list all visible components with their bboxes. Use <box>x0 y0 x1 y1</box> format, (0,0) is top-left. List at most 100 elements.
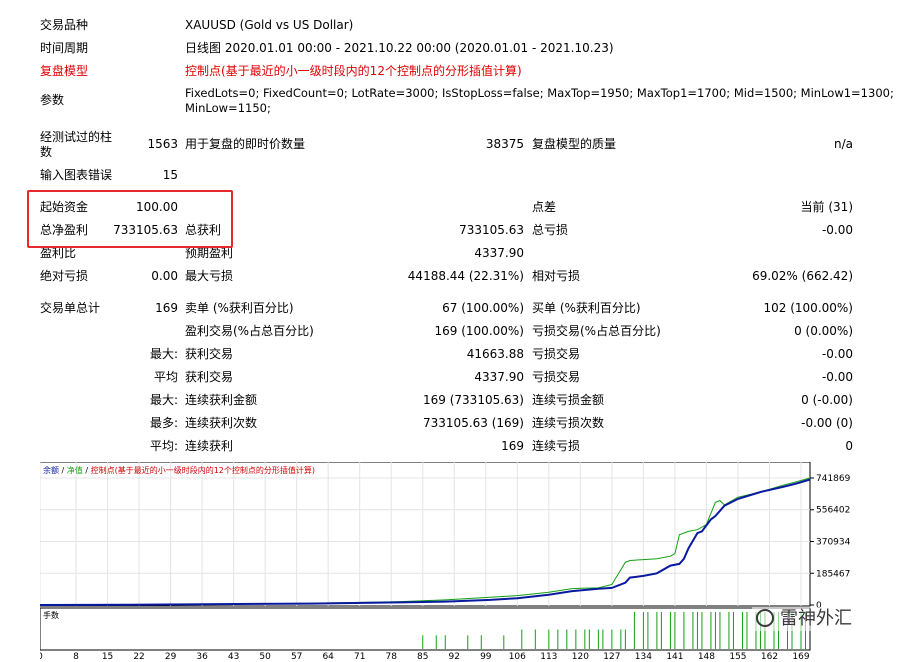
x-tick-label: 15 <box>102 652 113 662</box>
total-trades-value: 169 <box>155 301 178 315</box>
max-consecutive-count-loss-label: 连续亏损次数 <box>532 416 605 430</box>
avg-consecutive-loss-value: 0 <box>845 439 853 453</box>
spread-label: 点差 <box>532 200 557 214</box>
expected-payoff-value: 4337.90 <box>474 246 524 260</box>
largest-profit-label: 获利交易 <box>185 347 234 361</box>
legend-equity: 净值 <box>67 465 83 475</box>
balance-chart: 741869 556402 370934 185467 0 0 8 15 22 29 36 43 50… <box>37 461 898 662</box>
max-consecutive-count-profit-value: 733105.63 (169) <box>423 416 524 430</box>
mismatch-label: 输入图表错误 <box>40 168 113 182</box>
max-drawdown-value: 44188.44 (22.31%) <box>407 269 524 283</box>
max-consecutive-count-profit-label: 连续获利次数 <box>185 416 258 430</box>
y-tick-labels: 7418695564023709341854670 <box>810 474 851 611</box>
x-tick-label: 155 <box>729 652 746 662</box>
loss-trades-value: 0 (0.00%) <box>794 324 853 338</box>
abs-drawdown-value: 0.00 <box>151 269 178 283</box>
long-positions-label: 买单 (%获利百分比) <box>532 301 641 315</box>
watermark-logo-icon <box>756 609 774 627</box>
x-tick-label: 127 <box>603 652 620 662</box>
spread-value: 当前 (31) <box>800 200 853 214</box>
gross-loss-label: 总亏损 <box>532 223 569 237</box>
x-tick-label: 8 <box>73 652 79 662</box>
x-tick-label: 134 <box>635 652 652 662</box>
average-loss-value: -0.00 <box>821 370 853 384</box>
bars-label-line2: 数 <box>40 145 53 159</box>
max-consecutive-count-prefix: 最多: <box>149 416 178 430</box>
x-tick-label: 36 <box>196 652 208 662</box>
abs-drawdown-label: 绝对亏损 <box>40 269 89 283</box>
avg-consecutive-profit-label: 连续获利 <box>185 439 234 453</box>
legend-balance: 余额 <box>43 465 59 475</box>
profit-trades-value: 169 (100.00%) <box>434 324 524 338</box>
mismatch-value: 15 <box>162 168 178 182</box>
max-consecutive-profit-label: 连续获利金额 <box>185 393 258 407</box>
x-tick-label: 120 <box>572 652 589 662</box>
short-positions-label: 卖单 (%获利百分比) <box>185 301 294 315</box>
x-tick-label: 50 <box>259 652 271 662</box>
y-tick-label: 185467 <box>816 569 850 579</box>
y-tick-label: 741869 <box>816 474 851 484</box>
watermark-text: 雷神外汇 <box>780 608 852 629</box>
x-tick-label: 106 <box>509 652 526 662</box>
average-prefix: 平均 <box>153 370 178 384</box>
params-value-line1: FixedLots=0; FixedCount=0; LotRate=3000;… <box>185 86 894 100</box>
x-tick-label: 22 <box>133 652 144 662</box>
largest-loss-label: 亏损交易 <box>532 347 581 361</box>
x-tick-label: 71 <box>354 652 365 662</box>
lots-label: 手数 <box>43 610 59 620</box>
main-plot-frame <box>39 461 811 607</box>
max-drawdown-label: 最大亏损 <box>185 269 234 283</box>
max-consecutive-profit-value: 169 (733105.63) <box>423 393 524 407</box>
gross-profit-value: 733105.63 <box>459 223 524 237</box>
max-consecutive-count-loss-value: -0.00 (0) <box>801 416 853 430</box>
ticks-value: 38375 <box>485 137 524 151</box>
bars-value: 1563 <box>147 137 178 151</box>
profit-factor-label: 盈利比 <box>40 246 77 260</box>
chart-legend: 余额 / 净值 / 控制点(基于最近的小一级时段内的12个控制点的分形插值计算) <box>43 465 315 475</box>
x-tick-label: 57 <box>291 652 302 662</box>
params-label: 参数 <box>40 93 65 107</box>
short-positions-value: 67 (100.00%) <box>442 301 524 315</box>
average-profit-label: 获利交易 <box>185 370 234 384</box>
loss-trades-label: 亏损交易(%占总百分比) <box>532 324 661 338</box>
bars-label-line1: 经测试过的柱 <box>40 130 113 144</box>
period-value: 日线图 2020.01.01 00:00 - 2021.10.22 00:00 … <box>185 41 614 55</box>
x-tick-label: 29 <box>165 652 177 662</box>
long-positions-value: 102 (100.00%) <box>763 301 853 315</box>
symbol-label: 交易品种 <box>40 18 89 32</box>
y-tick-label: 370934 <box>816 538 851 548</box>
x-tick-label: 148 <box>698 652 715 662</box>
model-label: 复盘模型 <box>40 64 89 78</box>
x-tick-label: 92 <box>449 652 460 662</box>
highlight-annotation-box <box>27 190 233 248</box>
avg-consecutive-prefix: 平均: <box>149 439 178 453</box>
avg-consecutive-profit-value: 169 <box>501 439 524 453</box>
x-tick-label: 99 <box>480 652 492 662</box>
average-loss-label: 亏损交易 <box>532 370 581 384</box>
max-consecutive-loss-label: 连续亏损金额 <box>532 393 605 407</box>
max-consecutive-loss-value: 0 (-0.00) <box>801 393 853 407</box>
y-tick-label: 556402 <box>816 506 850 516</box>
gross-loss-value: -0.00 <box>821 223 853 237</box>
model-value: 控制点(基于最近的小一级时段内的12个控制点的分形插值计算) <box>185 64 522 78</box>
x-tick-labels: 0 8 15 22 29 36 43 50 57 64 71 78 85 92 99 106 113 120 127… <box>37 652 810 662</box>
quality-value: n/a <box>833 137 853 151</box>
params-value-line2: MinLow=1150; <box>185 101 271 115</box>
legend-model: 控制点(基于最近的小一级时段内的12个控制点的分形插值计算) <box>91 465 315 475</box>
balance-chart-svg: 741869 556402 370934 185467 0 0 8 15 22 29 36 43 50… <box>37 461 851 662</box>
period-label: 时间周期 <box>40 41 89 55</box>
x-tick-label: 0 <box>40 652 43 662</box>
x-tick-label: 113 <box>540 652 557 662</box>
quality-label: 复盘模型的质量 <box>532 137 617 151</box>
profit-trades-label: 盈利交易(%占总百分比) <box>185 324 314 338</box>
x-tick-label: 141 <box>666 652 683 662</box>
x-tick-label: 78 <box>386 652 398 662</box>
largest-prefix: 最大: <box>149 347 178 361</box>
largest-loss-value: -0.00 <box>821 347 853 361</box>
watermark: 雷神外汇 <box>752 607 856 631</box>
rel-drawdown-label: 相对亏损 <box>532 269 581 283</box>
lots-plot-frame <box>39 607 811 651</box>
symbol-value: XAUUSD (Gold vs US Dollar) <box>185 18 354 32</box>
x-tick-label: 169 <box>792 652 809 662</box>
x-tick-label: 85 <box>417 652 428 662</box>
